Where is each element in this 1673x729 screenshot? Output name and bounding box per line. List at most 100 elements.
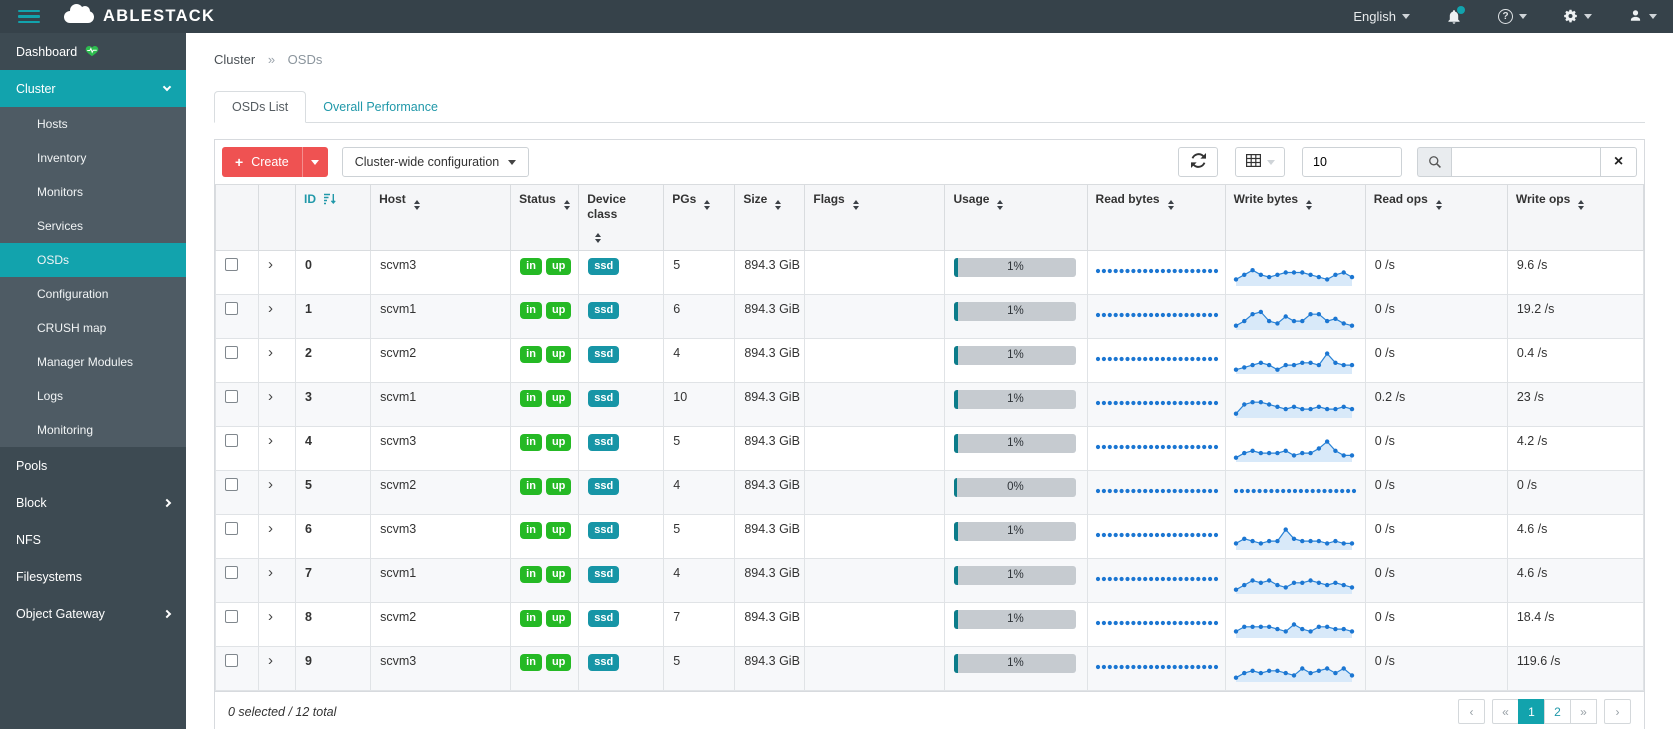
expand-row-button[interactable]: › [268,390,273,403]
menu-toggle-button[interactable] [18,10,40,24]
row-checkbox[interactable] [225,302,238,315]
page-next[interactable]: › [1604,699,1631,724]
row-checkbox[interactable] [225,478,238,491]
language-label: English [1353,9,1396,24]
sidebar-item-monitors[interactable]: Monitors [0,175,186,209]
tab-overall-performance[interactable]: Overall Performance [306,92,455,122]
language-menu[interactable]: English [1353,9,1410,24]
breadcrumb-osds: OSDs [288,52,323,67]
status-badge-in: in [520,258,542,275]
expand-row-button[interactable]: › [268,610,273,623]
row-checkbox[interactable] [225,522,238,535]
row-checkbox[interactable] [225,434,238,447]
column-header-id[interactable]: ID [296,185,371,251]
page-last[interactable]: » [1570,699,1597,724]
sidebar-item-nfs[interactable]: NFS [0,521,186,558]
status-badge-up: up [546,390,571,407]
expand-row-button[interactable]: › [268,258,273,271]
page-2[interactable]: 2 [1544,699,1571,724]
sidebar-item-manager-modules[interactable]: Manager Modules [0,345,186,379]
cell-read-ops: 0 /s [1365,339,1507,383]
column-header-write-bytes[interactable]: Write bytes [1225,185,1365,251]
settings-menu[interactable] [1563,8,1592,26]
search-input[interactable] [1451,147,1601,177]
sidebar-item-hosts[interactable]: Hosts [0,107,186,141]
cell-pgs: 4 [664,471,735,515]
expand-row-button[interactable]: › [268,346,273,359]
sort-icon [853,200,859,210]
column-header-host[interactable]: Host [371,185,511,251]
row-checkbox[interactable] [225,654,238,667]
column-header-pgs[interactable]: PGs [664,185,735,251]
create-dropdown-toggle[interactable] [302,147,328,177]
row-checkbox[interactable] [225,566,238,579]
sidebar-item-crush-map[interactable]: CRUSH map [0,311,186,345]
expand-row-button[interactable]: › [268,654,273,667]
create-button[interactable]: + Create [222,147,328,177]
selection-summary: 0 selected / 12 total [228,705,336,719]
usage-bar: 1% [954,610,1076,629]
brand-logo[interactable]: ABLESTACK [64,7,215,26]
page-prev[interactable]: ‹ [1458,699,1485,724]
brand-text: ABLESTACK [103,7,215,26]
sidebar-item-osds[interactable]: OSDs [0,243,186,277]
sidebar-item-block[interactable]: Block [0,484,186,521]
sort-up-icon [997,200,1003,204]
cell-read-bytes [1087,295,1225,339]
cell-pgs: 5 [664,251,735,295]
device-class-badge: ssd [588,610,619,627]
column-header-flags[interactable]: Flags [805,185,945,251]
column-header-usage[interactable]: Usage [945,185,1087,251]
sidebar-item-monitoring[interactable]: Monitoring [0,413,186,447]
breadcrumb-cluster[interactable]: Cluster [214,52,255,67]
cell-read-bytes [1087,515,1225,559]
sidebar-item-label: Dashboard [16,44,99,60]
sidebar-item-inventory[interactable]: Inventory [0,141,186,175]
cell-flags [805,383,945,427]
expand-row-button[interactable]: › [268,566,273,579]
column-toggle-dropdown[interactable] [1235,147,1285,177]
sidebar-item-dashboard[interactable]: Dashboard [0,33,186,70]
column-header-read-bytes[interactable]: Read bytes [1087,185,1225,251]
expand-row-button[interactable]: › [268,302,273,315]
column-header-size[interactable]: Size [735,185,805,251]
sidebar-item-logs[interactable]: Logs [0,379,186,413]
row-checkbox[interactable] [225,610,238,623]
row-checkbox[interactable] [225,346,238,359]
expand-row-button[interactable]: › [268,522,273,535]
sidebar-item-pools[interactable]: Pools [0,447,186,484]
sidebar-item-cluster[interactable]: Cluster [0,70,186,107]
refresh-button[interactable] [1178,147,1218,177]
help-menu[interactable]: ? [1498,9,1527,24]
sort-down-icon [1436,206,1442,210]
sidebar-item-services[interactable]: Services [0,209,186,243]
clear-search-button[interactable]: × [1601,147,1637,177]
page-size-input[interactable] [1302,147,1402,177]
sort-down-icon [414,206,420,210]
cell-status: inup [511,251,579,295]
device-class-badge: ssd [588,654,619,671]
cell-size: 894.3 GiB [735,471,805,515]
row-select-cell [216,471,259,515]
column-header-device-class[interactable]: Device class [579,185,664,251]
page-first[interactable]: « [1492,699,1519,724]
status-badge-in: in [520,610,542,627]
column-header-write-ops[interactable]: Write ops [1507,185,1643,251]
sidebar-item-configuration[interactable]: Configuration [0,277,186,311]
expand-row-button[interactable]: › [268,434,273,447]
row-checkbox[interactable] [225,390,238,403]
expand-row-button[interactable]: › [268,478,273,491]
cluster-wide-config-dropdown[interactable]: Cluster-wide configuration [342,147,530,177]
page-1[interactable]: 1 [1518,699,1545,724]
column-header-status[interactable]: Status [511,185,579,251]
sidebar-item-object-gateway[interactable]: Object Gateway [0,595,186,632]
cell-status: inup [511,471,579,515]
notifications-button[interactable] [1446,9,1462,25]
row-checkbox[interactable] [225,258,238,271]
tab-osds-list[interactable]: OSDs List [214,91,306,123]
column-header-read-ops[interactable]: Read ops [1365,185,1507,251]
user-menu[interactable] [1628,8,1657,26]
cell-pgs: 4 [664,559,735,603]
sidebar-item-filesystems[interactable]: Filesystems [0,558,186,595]
cell-status: inup [511,559,579,603]
